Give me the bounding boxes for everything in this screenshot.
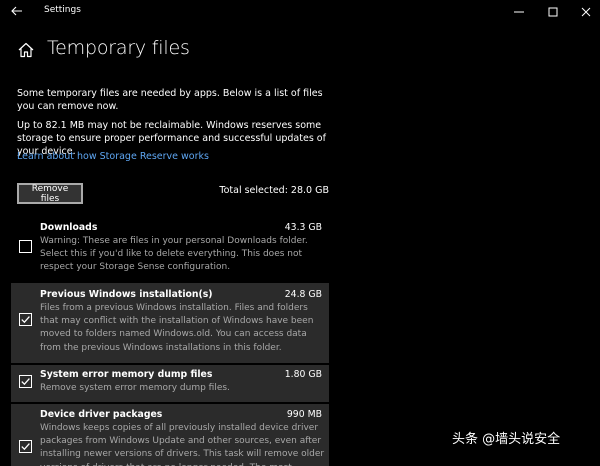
- item-name: Downloads: [40, 222, 98, 233]
- list-item-memory-dump[interactable]: System error memory dump files 1.80 GB R…: [11, 365, 329, 402]
- item-name: Device driver packages: [40, 409, 163, 420]
- downloads-checkbox[interactable]: [19, 240, 32, 253]
- list-item-downloads[interactable]: Downloads 43.3 GB Warning: These are fil…: [11, 218, 329, 278]
- arrow-left-icon[interactable]: [9, 3, 25, 19]
- close-icon[interactable]: [579, 4, 593, 18]
- storage-reserve-link[interactable]: Learn about how Storage Reserve works: [17, 151, 209, 162]
- item-name: Previous Windows installation(s): [40, 289, 213, 300]
- item-size: 43.3 GB: [284, 222, 322, 233]
- page-title: Temporary files: [47, 37, 190, 59]
- watermark: 头条 @墙头说安全: [452, 432, 561, 447]
- item-size: 24.8 GB: [284, 289, 322, 300]
- maximize-icon[interactable]: [546, 4, 560, 18]
- item-description: Warning: These are files in your persona…: [40, 236, 308, 273]
- minimize-icon[interactable]: [512, 4, 526, 18]
- item-name: System error memory dump files: [40, 369, 213, 380]
- home-icon[interactable]: [17, 41, 35, 59]
- item-description: Files from a previous Windows installati…: [40, 303, 314, 353]
- intro-text: Some temporary files are needed by apps.…: [17, 88, 323, 112]
- total-selected: Total selected: 28.0 GB: [219, 185, 329, 196]
- item-size: 1.80 GB: [284, 369, 322, 380]
- previous-windows-checkbox[interactable]: [19, 313, 32, 326]
- title-bar: Settings: [0, 0, 600, 22]
- item-description: Remove system error memory dump files.: [40, 383, 230, 393]
- list-item-previous-windows[interactable]: Previous Windows installation(s) 24.8 GB…: [11, 283, 329, 363]
- device-drivers-checkbox[interactable]: [19, 440, 32, 453]
- item-size: 990 MB: [286, 409, 322, 420]
- item-description: Windows keeps copies of all previously i…: [40, 423, 325, 466]
- memory-dump-checkbox[interactable]: [19, 375, 32, 388]
- remove-files-button[interactable]: Remove files: [17, 183, 83, 204]
- list-item-device-drivers[interactable]: Device driver packages 990 MB Windows ke…: [11, 404, 329, 466]
- window-title: Settings: [44, 5, 81, 15]
